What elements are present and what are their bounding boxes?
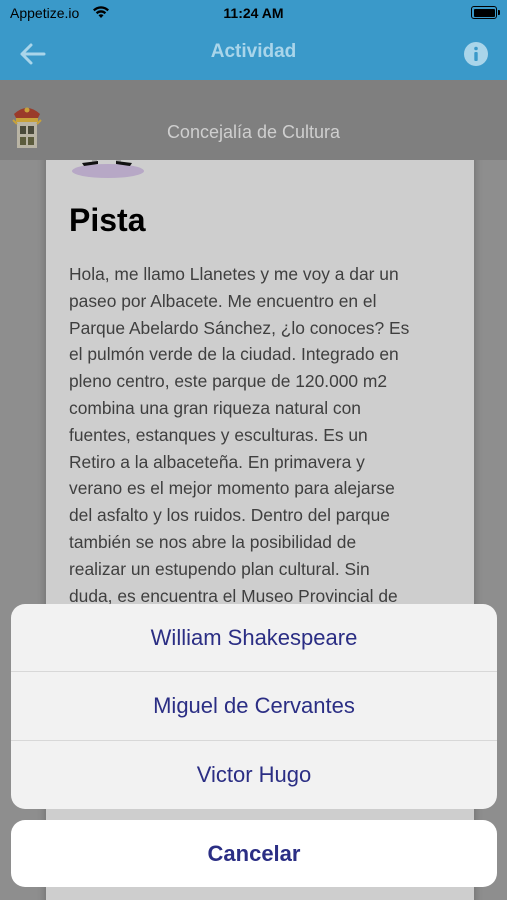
organization-header: Concejalía de Cultura [0, 80, 507, 160]
info-icon[interactable] [463, 41, 489, 67]
card-body-line: paseo por Albacete. Me encuentro en el [69, 290, 377, 311]
mascot-image [72, 160, 144, 178]
battery-icon [471, 6, 500, 19]
card-body-line: fuentes, estanques y esculturas. Es un [69, 424, 368, 445]
navigation-bar: Actividad [0, 28, 507, 80]
card-body-text: Hola, me llamo Llanetes y me voy a dar u… [69, 261, 459, 609]
action-option-1[interactable]: William Shakespeare [11, 604, 497, 673]
card-title: Pista [69, 202, 146, 238]
card-body-line: Parque Abelardo Sánchez, ¿lo conoces? Es [69, 317, 410, 338]
card-body-line: pleno centro, este parque de 120.000 m2 [69, 371, 388, 392]
page-title: Actividad [210, 41, 297, 62]
action-sheet: William Shakespeare Miguel de Cervantes Vi… [11, 604, 497, 809]
status-bar: Appetize.io 11:24 AM [0, 0, 507, 28]
action-option-2[interactable]: Miguel de Cervantes [11, 672, 497, 741]
cancel-button[interactable]: Cancelar [11, 820, 497, 887]
status-time: 11:24 AM [223, 5, 284, 21]
card-body-line: el pulmón verde de la ciudad. Integrado … [69, 344, 399, 365]
card-body-line: verano es el mejor momento para alejarse [69, 478, 395, 499]
card-body-line: del asfalto y los ruidos. Dentro del par… [69, 505, 390, 526]
card-body-line: Retiro a la albaceteña. En primavera y [69, 451, 365, 472]
card-body-line: Hola, me llamo Llanetes y me voy a dar u… [69, 264, 399, 284]
organization-title: Concejalía de Cultura [166, 122, 341, 142]
card-body-line: combina una gran riqueza natural con [69, 397, 361, 418]
card-body-line: también se nos abre la posibilidad de [69, 531, 357, 552]
card-body-line: realizar un estupendo plan cultural. Sin [69, 558, 370, 579]
action-option-3[interactable]: Victor Hugo [11, 741, 497, 809]
